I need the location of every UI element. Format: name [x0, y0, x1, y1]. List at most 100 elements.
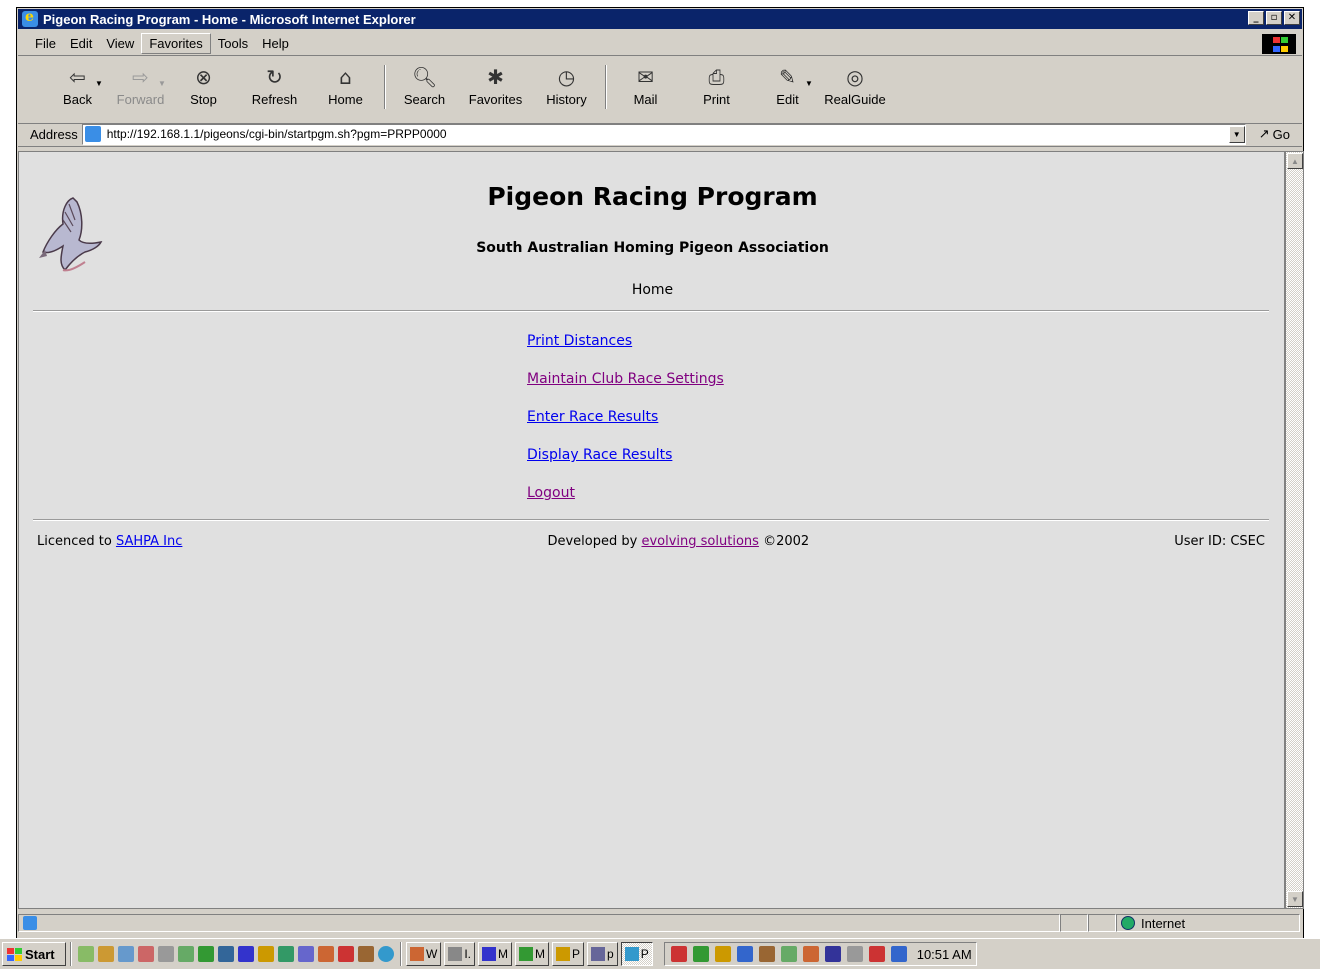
quick-launch-icon[interactable]	[178, 946, 194, 962]
quick-launch-icon[interactable]	[218, 946, 234, 962]
printer-icon: ⎙	[708, 65, 725, 89]
tray-icon[interactable]	[802, 946, 819, 962]
sahpa-link[interactable]: SAHPA Inc	[116, 534, 182, 549]
go-button[interactable]: ↗ Go	[1259, 126, 1290, 142]
maintain-club-race-settings-link[interactable]: Maintain Club Race Settings	[527, 370, 724, 408]
tray-icon[interactable]	[846, 946, 863, 962]
home-icon: ⌂	[339, 65, 352, 89]
tray-icon[interactable]	[824, 946, 841, 962]
task-button[interactable]: P	[552, 942, 585, 966]
toolbar-separator	[384, 65, 386, 109]
realguide-icon: ◎	[846, 65, 864, 89]
edit-dropdown-icon[interactable]: ▼	[805, 79, 815, 88]
quick-launch-icon[interactable]	[338, 946, 354, 962]
address-input[interactable]: http://192.168.1.1/pigeons/cgi-bin/start…	[81, 123, 1246, 145]
home-button[interactable]: ⌂ Home	[310, 65, 381, 107]
back-arrow-icon: ⇦	[69, 65, 86, 89]
ie-quick-launch-icon[interactable]	[378, 946, 394, 962]
restore-button[interactable]: ▫	[1266, 11, 1282, 25]
tray-icon[interactable]	[868, 946, 885, 962]
refresh-button[interactable]: ↻ Refresh	[239, 65, 310, 107]
display-race-results-link[interactable]: Display Race Results	[527, 446, 724, 484]
clock[interactable]: 10:51 AM	[917, 947, 972, 962]
address-dropdown-button[interactable]: ▼	[1228, 125, 1245, 143]
address-bar: Address http://192.168.1.1/pigeons/cgi-b…	[18, 122, 1302, 147]
tray-icon[interactable]	[758, 946, 775, 962]
edit-label: Edit	[776, 92, 799, 107]
tray-icon[interactable]	[890, 946, 907, 962]
task-label: M	[535, 947, 545, 961]
zone-label: Internet	[1141, 915, 1186, 931]
logout-link[interactable]: Logout	[527, 484, 724, 522]
menu-tools[interactable]: Tools	[211, 34, 255, 53]
task-button[interactable]: M	[515, 942, 549, 966]
divider	[33, 310, 1269, 312]
minimize-button[interactable]: _	[1248, 11, 1264, 25]
back-dropdown-icon[interactable]: ▼	[95, 79, 105, 88]
print-distances-link[interactable]: Print Distances	[527, 332, 724, 370]
favorites-button[interactable]: ✱ Favorites	[460, 65, 531, 107]
enter-race-results-link[interactable]: Enter Race Results	[527, 408, 724, 446]
quick-launch-icon[interactable]	[98, 946, 114, 962]
tray-icon[interactable]	[736, 946, 753, 962]
menu-edit[interactable]: Edit	[63, 34, 99, 53]
tray-icon[interactable]	[780, 946, 797, 962]
history-button[interactable]: ◷ History	[531, 65, 602, 107]
forward-dropdown-icon[interactable]: ▼	[158, 79, 168, 88]
start-label: Start	[25, 946, 55, 962]
go-label: Go	[1272, 126, 1290, 142]
vertical-scrollbar[interactable]: ▲ ▼	[1285, 151, 1304, 909]
search-button[interactable]: 🔍︎ Search	[389, 65, 460, 107]
quick-launch-icon[interactable]	[138, 946, 154, 962]
tray-icon[interactable]	[714, 946, 731, 962]
windows-flag-icon	[7, 947, 22, 961]
task-button[interactable]: I.	[444, 942, 475, 966]
print-button[interactable]: ⎙ Print	[681, 65, 752, 107]
task-button[interactable]: p	[587, 942, 618, 966]
menu-view[interactable]: View	[99, 34, 141, 53]
forward-label: Forward	[116, 92, 165, 107]
window-title: Pigeon Racing Program - Home - Microsoft…	[43, 11, 416, 27]
status-pane	[1060, 914, 1088, 932]
windows-logo-icon	[1262, 34, 1296, 54]
footer: Licenced to SAHPA Inc Developed by evolv…	[37, 534, 1265, 549]
realguide-button[interactable]: ◎ RealGuide	[815, 65, 895, 107]
start-button[interactable]: Start	[2, 942, 66, 966]
task-button-active[interactable]: P	[620, 942, 653, 966]
go-arrow-icon: ↗	[1258, 126, 1270, 141]
task-label: p	[607, 947, 614, 961]
task-button[interactable]: M	[478, 942, 512, 966]
divider	[33, 519, 1269, 521]
title-bar[interactable]: Pigeon Racing Program - Home - Microsoft…	[18, 9, 1302, 29]
licenced-prefix: Licenced to	[37, 534, 112, 549]
edit-icon: ✎	[779, 65, 796, 89]
scroll-down-button[interactable]: ▼	[1287, 891, 1303, 907]
menu-file[interactable]: File	[28, 34, 63, 53]
favorites-icon: ✱	[487, 65, 504, 89]
tray-icon[interactable]	[670, 946, 687, 962]
quick-launch-icon[interactable]	[358, 946, 374, 962]
word-icon[interactable]	[238, 946, 254, 962]
close-button[interactable]: ✕	[1284, 11, 1300, 25]
menu-help[interactable]: Help	[255, 34, 296, 53]
quick-launch-icon[interactable]	[158, 946, 174, 962]
quick-launch-icon[interactable]	[298, 946, 314, 962]
search-icon: 🔍︎	[411, 65, 438, 89]
stop-label: Stop	[190, 92, 217, 107]
evolving-solutions-link[interactable]: evolving solutions	[641, 534, 758, 549]
home-label: Home	[328, 92, 363, 107]
excel-icon[interactable]	[198, 946, 214, 962]
tray-icon[interactable]	[692, 946, 709, 962]
quick-launch-icon[interactable]	[78, 946, 94, 962]
menu-favorites[interactable]: Favorites	[141, 33, 211, 54]
quick-launch-icon[interactable]	[258, 946, 274, 962]
quick-launch-icon[interactable]	[118, 946, 134, 962]
stop-icon: ⊗	[195, 65, 212, 89]
scroll-up-button[interactable]: ▲	[1287, 153, 1303, 169]
mail-button[interactable]: ✉ Mail	[610, 65, 681, 107]
quick-launch-icon[interactable]	[318, 946, 334, 962]
stop-button[interactable]: ⊗ Stop	[168, 65, 239, 107]
refresh-icon: ↻	[266, 65, 283, 89]
quick-launch-icon[interactable]	[278, 946, 294, 962]
task-button[interactable]: W	[406, 942, 442, 966]
